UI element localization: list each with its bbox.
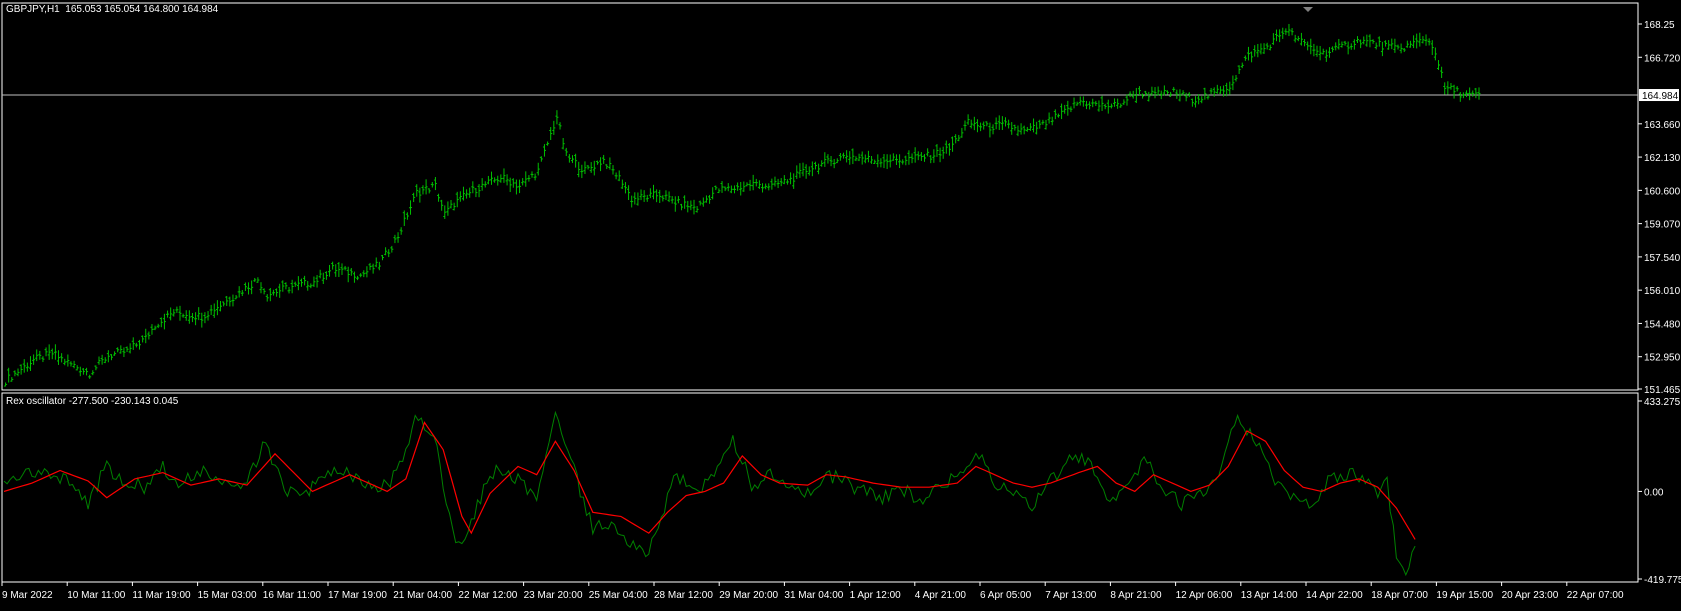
rex-oscillator-line <box>3 410 1416 577</box>
time-tick-label: 21 Mar 04:00 <box>393 590 452 601</box>
time-tick-label: 6 Apr 05:00 <box>980 590 1032 601</box>
time-axis: 9 Mar 2022 10 Mar 11:00 11 Mar 19:00 15 Mar… <box>1 582 1624 601</box>
price-tick-label: 160.600 <box>1644 186 1681 197</box>
time-tick-label: 8 Apr 21:00 <box>1110 590 1162 601</box>
time-tick-label: 18 Apr 07:00 <box>1371 590 1428 601</box>
time-tick-label: 23 Mar 20:00 <box>524 590 583 601</box>
time-tick-label: 14 Apr 22:00 <box>1306 590 1363 601</box>
time-tick-label: 4 Apr 21:00 <box>915 590 967 601</box>
price-tick-label: 159.070 <box>1644 220 1681 231</box>
time-tick-label: 22 Apr 07:00 <box>1567 590 1624 601</box>
time-tick-label: 22 Mar 12:00 <box>458 590 517 601</box>
price-tick-label: 163.660 <box>1644 120 1681 131</box>
price-panel-frame <box>1 2 1639 391</box>
time-tick-label: 11 Mar 19:00 <box>132 590 191 601</box>
oscillator-tick-label: 433.275 <box>1644 397 1681 408</box>
oscillator-tick-label: 0.00 <box>1644 487 1664 498</box>
time-tick-label: 20 Apr 23:00 <box>1502 590 1559 601</box>
signal-line <box>3 421 1416 540</box>
price-tick-label: 156.010 <box>1644 286 1681 297</box>
oscillator-panel[interactable]: 433.275 0.00 -419.775 <box>1 392 1681 586</box>
price-tick-label: 166.720 <box>1644 53 1681 64</box>
time-tick-label: 7 Apr 13:00 <box>1045 590 1097 601</box>
symbol-info-label: GBPJPY,H1 165.053 165.054 164.800 164.98… <box>6 4 219 15</box>
chart-terminal[interactable]: 168.25 166.720 163.660 162.130 160.600 159.07… <box>0 0 1681 606</box>
time-tick-label: 9 Mar 2022 <box>2 590 53 601</box>
time-tick-label: 29 Mar 20:00 <box>719 590 778 601</box>
price-tick-label: 151.465 <box>1644 385 1681 396</box>
price-panel[interactable]: 168.25 166.720 163.660 162.130 160.600 159.07… <box>1 2 1681 396</box>
time-tick-label: 15 Mar 03:00 <box>198 590 257 601</box>
time-tick-label: 1 Apr 12:00 <box>850 590 902 601</box>
chart-canvas[interactable]: 168.25 166.720 163.660 162.130 160.600 159.07… <box>0 0 1681 606</box>
price-tick-label: 157.540 <box>1644 253 1681 264</box>
time-tick-label: 17 Mar 19:00 <box>328 590 387 601</box>
price-tick-label: 168.25 <box>1644 20 1675 31</box>
oscillator-info-label: Rex oscillator -277.500 -230.143 0.045 <box>6 396 179 407</box>
current-price-label: 164.984 <box>1642 91 1679 102</box>
price-tick-label: 152.950 <box>1644 353 1681 364</box>
time-tick-label: 16 Mar 11:00 <box>263 590 322 601</box>
oscillator-tick-label: -419.775 <box>1644 575 1681 586</box>
price-tick-label: 154.480 <box>1644 319 1681 330</box>
time-tick-label: 12 Apr 06:00 <box>1176 590 1233 601</box>
time-tick-label: 28 Mar 12:00 <box>654 590 713 601</box>
oscillator-panel-frame <box>1 392 1639 583</box>
time-tick-label: 10 Mar 11:00 <box>67 590 126 601</box>
time-tick-label: 13 Apr 14:00 <box>1241 590 1298 601</box>
time-tick-label: 31 Mar 04:00 <box>784 590 843 601</box>
price-tick-label: 162.130 <box>1644 153 1681 164</box>
shift-marker-icon[interactable] <box>1303 7 1313 12</box>
time-tick-label: 19 Apr 15:00 <box>1436 590 1493 601</box>
time-tick-label: 25 Mar 04:00 <box>589 590 648 601</box>
